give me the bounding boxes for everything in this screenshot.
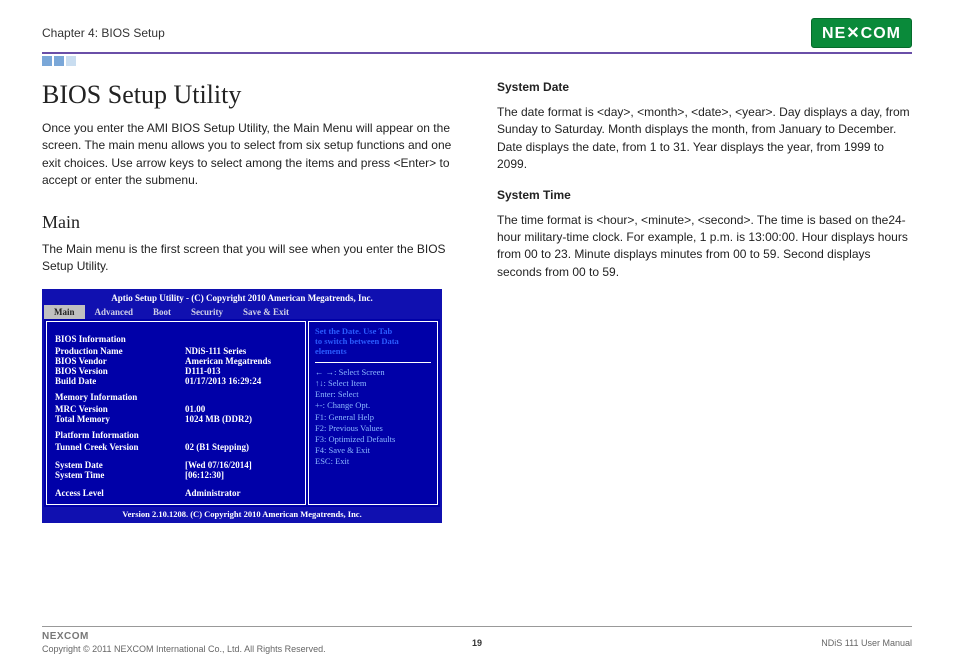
system-date-paragraph: The date format is <day>, <month>, <date…	[497, 104, 912, 174]
bios-tab-advanced: Advanced	[85, 305, 144, 319]
bios-prod-val: NDiS-111 Series	[185, 346, 297, 356]
bios-body: BIOS Information Production NameNDiS-111…	[44, 319, 440, 507]
bios-hint-2: to switch between Data	[315, 336, 431, 346]
footer-logo: NEXCOM	[42, 631, 326, 642]
system-date-heading: System Date	[497, 80, 912, 94]
bios-sdate-val: [Wed 07/16/2014]	[185, 460, 297, 470]
bios-mem-heading: Memory Information	[55, 392, 297, 402]
bios-tab-main: Main	[44, 305, 85, 319]
bios-nav-4: F1: General Help	[315, 412, 431, 423]
bios-build-label: Build Date	[55, 376, 185, 386]
bios-nav-5: F2: Previous Values	[315, 423, 431, 434]
bios-screenshot: Aptio Setup Utility - (C) Copyright 2010…	[42, 289, 442, 523]
bios-info-heading: BIOS Information	[55, 334, 297, 344]
page-footer: NEXCOM Copyright © 2011 NEXCOM Internati…	[42, 626, 912, 654]
footer-copyright: Copyright © 2011 NEXCOM International Co…	[42, 644, 326, 654]
bios-nav-0: ← →: Select Screen	[315, 367, 431, 378]
bios-nav-6: F3: Optimized Defaults	[315, 434, 431, 445]
bios-nav-2: Enter: Select	[315, 389, 431, 400]
bios-help-panel: Set the Date. Use Tab to switch between …	[308, 321, 438, 505]
content-columns: BIOS Setup Utility Once you enter the AM…	[42, 80, 912, 523]
system-time-paragraph: The time format is <hour>, <minute>, <se…	[497, 212, 912, 282]
chapter-title: Chapter 4: BIOS Setup	[42, 26, 165, 40]
bios-nav-8: ESC: Exit	[315, 456, 431, 467]
page-title: BIOS Setup Utility	[42, 80, 457, 110]
main-paragraph: The Main menu is the first screen that y…	[42, 241, 457, 276]
bios-prod-label: Production Name	[55, 346, 185, 356]
bios-tab-security: Security	[181, 305, 233, 319]
bios-main-panel: BIOS Information Production NameNDiS-111…	[46, 321, 306, 505]
bios-nav-block: ← →: Select Screen ↑↓: Select Item Enter…	[315, 362, 431, 466]
bios-vendor-label: BIOS Vendor	[55, 356, 185, 366]
bios-tabs: Main Advanced Boot Security Save & Exit	[44, 305, 440, 319]
left-column: BIOS Setup Utility Once you enter the AM…	[42, 80, 457, 523]
page-header: Chapter 4: BIOS Setup NE✕COM	[42, 18, 912, 54]
bios-title-bar: Aptio Setup Utility - (C) Copyright 2010…	[44, 291, 440, 305]
bios-bottom-bar: Version 2.10.1208. (C) Copyright 2010 Am…	[44, 507, 440, 521]
bios-nav-1: ↑↓: Select Item	[315, 378, 431, 389]
bios-tun-val: 02 (B1 Stepping)	[185, 442, 297, 452]
bios-stime-val: [06:12:30]	[185, 470, 297, 480]
bios-build-val: 01/17/2013 16:29:24	[185, 376, 297, 386]
bios-sdate-label: System Date	[55, 460, 185, 470]
bios-acc-label: Access Level	[55, 488, 185, 498]
main-heading: Main	[42, 212, 457, 233]
nexcom-logo: NE✕COM	[811, 18, 912, 48]
decor-squares	[42, 56, 912, 66]
right-column: System Date The date format is <day>, <m…	[497, 80, 912, 523]
bios-plat-heading: Platform Information	[55, 430, 297, 440]
bios-stime-label: System Time	[55, 470, 185, 480]
bios-hint-3: elements	[315, 346, 431, 356]
bios-mrc-val: 01.00	[185, 404, 297, 414]
bios-tmem-val: 1024 MB (DDR2)	[185, 414, 297, 424]
bios-nav-7: F4: Save & Exit	[315, 445, 431, 456]
bios-nav-3: +-: Change Opt.	[315, 400, 431, 411]
bios-tmem-label: Total Memory	[55, 414, 185, 424]
bios-acc-val: Administrator	[185, 488, 297, 498]
page-number: 19	[472, 638, 482, 648]
bios-hint-1: Set the Date. Use Tab	[315, 326, 431, 336]
bios-ver-label: BIOS Version	[55, 366, 185, 376]
bios-tab-boot: Boot	[143, 305, 181, 319]
bios-tun-label: Tunnel Creek Version	[55, 442, 185, 452]
bios-tab-save-exit: Save & Exit	[233, 305, 299, 319]
bios-mrc-label: MRC Version	[55, 404, 185, 414]
bios-vendor-val: American Megatrends	[185, 356, 297, 366]
bios-ver-val: D111-013	[185, 366, 297, 376]
footer-manual: NDiS 111 User Manual	[821, 638, 912, 648]
intro-paragraph: Once you enter the AMI BIOS Setup Utilit…	[42, 120, 457, 190]
system-time-heading: System Time	[497, 188, 912, 202]
